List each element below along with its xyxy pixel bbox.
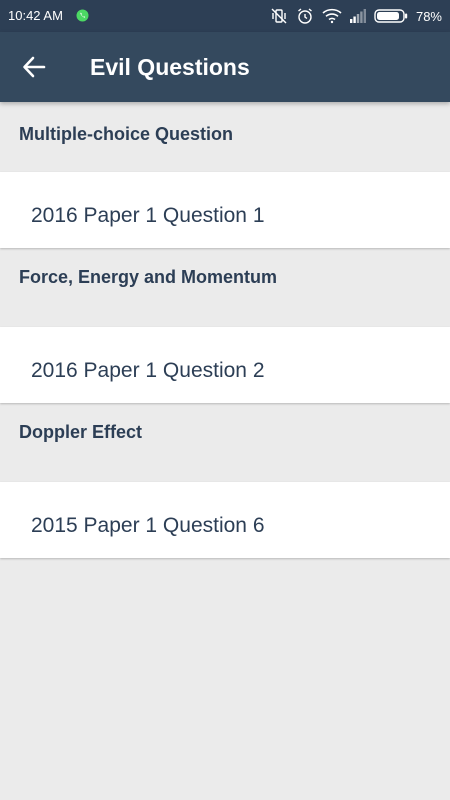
list-item[interactable]: 2016 Paper 1 Question 2 bbox=[0, 327, 450, 403]
question-list: Multiple-choice Question 2016 Paper 1 Qu… bbox=[0, 102, 450, 567]
alarm-icon bbox=[296, 7, 314, 25]
vibrate-off-icon bbox=[270, 7, 288, 25]
list-item-label: 2015 Paper 1 Question 6 bbox=[31, 514, 265, 537]
battery-percent: 78% bbox=[415, 8, 442, 24]
status-time: 10:42 AM bbox=[8, 8, 63, 23]
status-bar: 10:42 AM 78% bbox=[0, 0, 450, 32]
list-item-label: 2016 Paper 1 Question 2 bbox=[31, 359, 265, 382]
wifi-icon bbox=[322, 8, 342, 24]
app-bar: Evil Questions bbox=[0, 32, 450, 102]
signal-icon bbox=[349, 9, 366, 23]
list-item[interactable]: 2016 Paper 1 Question 1 bbox=[0, 172, 450, 248]
section-header: Multiple-choice Question bbox=[19, 124, 234, 144]
section-header: Doppler Effect bbox=[19, 422, 143, 442]
list-item-label: 2016 Paper 1 Question 1 bbox=[31, 204, 265, 227]
whatsapp-icon bbox=[76, 9, 89, 22]
arrow-left-icon[interactable] bbox=[20, 53, 48, 81]
list-item[interactable]: 2015 Paper 1 Question 6 bbox=[0, 482, 450, 558]
battery-icon bbox=[374, 9, 408, 23]
section-header: Force, Energy and Momentum bbox=[19, 267, 278, 287]
page-title: Evil Questions bbox=[90, 54, 250, 80]
